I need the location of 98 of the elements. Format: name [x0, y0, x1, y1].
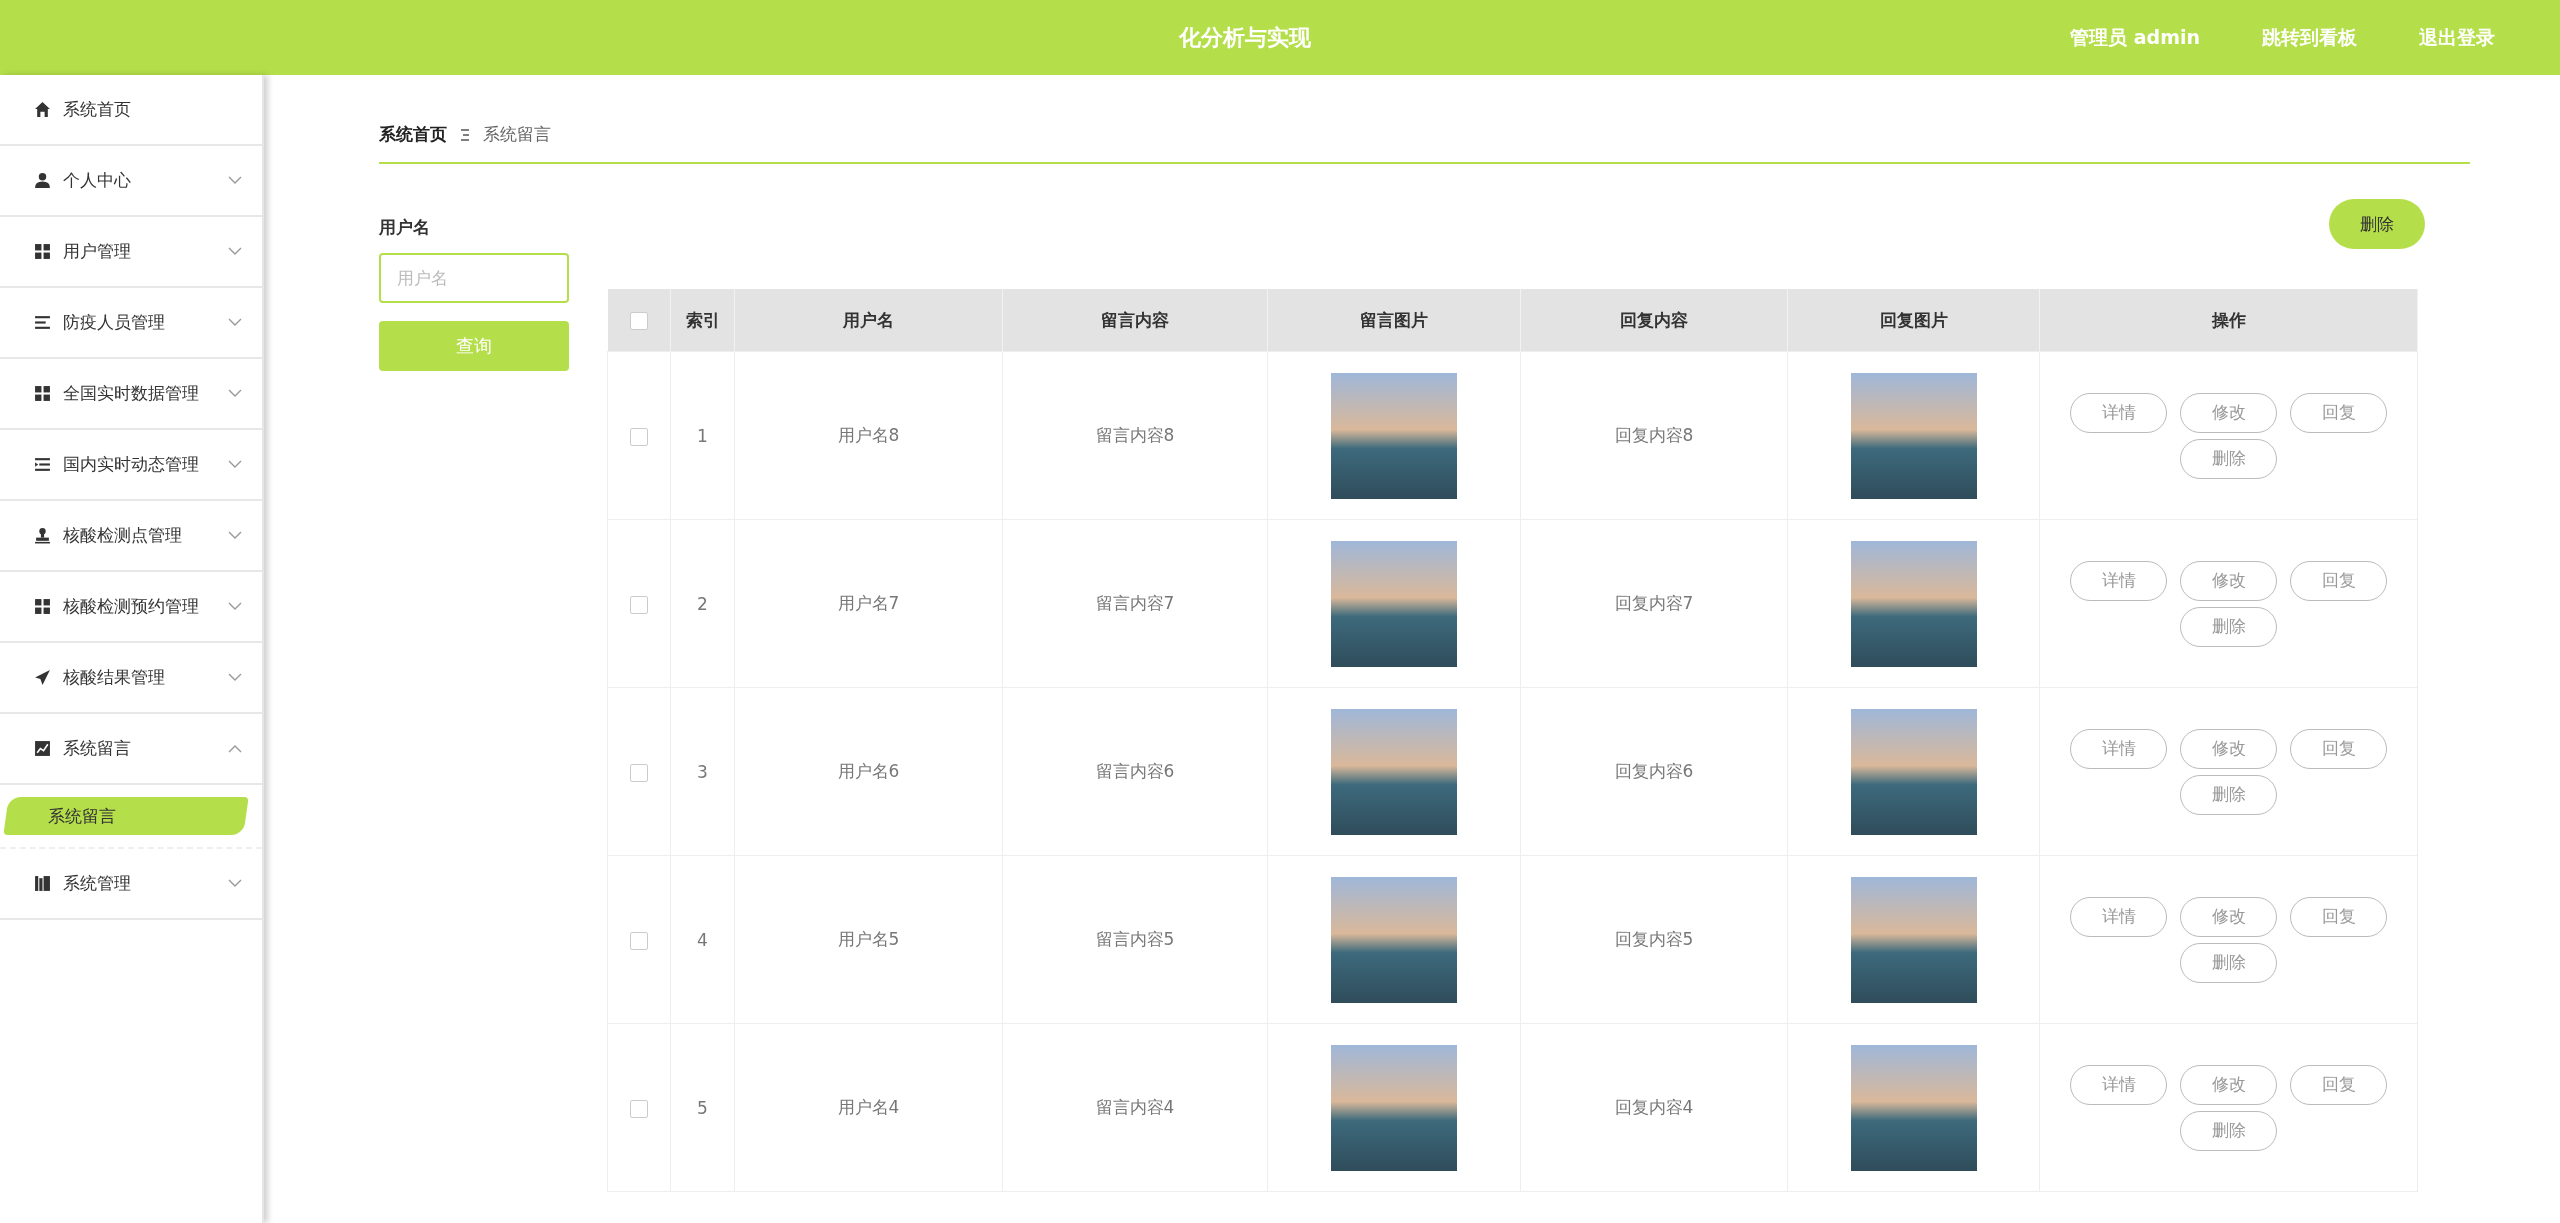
- breadcrumb-link[interactable]: 系统首页: [379, 123, 447, 146]
- stamp-icon: [34, 527, 51, 544]
- action-button[interactable]: 详情: [2070, 728, 2167, 769]
- table-cell: 回复内容5: [1520, 855, 1788, 1024]
- home-icon: [34, 101, 51, 118]
- table-cell: 用户名7: [734, 519, 1003, 688]
- table-cell: 回复内容7: [1520, 519, 1788, 688]
- app-title: 化分析与实现: [1177, 23, 1313, 52]
- column-header: 索引: [670, 289, 735, 352]
- action-button[interactable]: 删除: [2180, 438, 2277, 479]
- table-cell: 5: [670, 1023, 735, 1192]
- sidebar-item[interactable]: 国内实时动态管理: [0, 430, 262, 501]
- chart-icon: [34, 740, 51, 757]
- sidebar-item[interactable]: 核酸检测点管理: [0, 501, 262, 572]
- menu-label: 防疫人员管理: [63, 311, 166, 334]
- action-button[interactable]: 修改: [2180, 560, 2277, 601]
- menu-label: 系统首页: [63, 98, 132, 121]
- table-cell: 用户名6: [734, 687, 1003, 856]
- action-button[interactable]: 详情: [2070, 392, 2167, 433]
- action-button[interactable]: 详情: [2070, 1064, 2167, 1105]
- header-link[interactable]: 跳转到看板: [2262, 24, 2357, 51]
- menu-label: 核酸检测点管理: [63, 524, 183, 547]
- column-header: 操作: [2039, 289, 2418, 352]
- list-icon: [34, 456, 51, 473]
- grid-icon: [34, 243, 51, 260]
- action-button[interactable]: 回复: [2290, 560, 2387, 601]
- list-icon: [34, 314, 51, 331]
- username-field[interactable]: 用户名: [379, 253, 569, 303]
- row-checkbox[interactable]: [630, 763, 648, 782]
- column-header: 回复内容: [1520, 289, 1788, 352]
- submenu-item[interactable]: 系统留言: [3, 797, 249, 835]
- paper-plane-icon: [34, 669, 51, 686]
- sidebar-item[interactable]: 核酸检测预约管理: [0, 572, 262, 643]
- header-link[interactable]: 退出登录: [2419, 24, 2495, 51]
- sidebar-item[interactable]: 个人中心: [0, 146, 262, 217]
- table-cell: 3: [670, 687, 735, 856]
- menu-label: 全国实时数据管理: [63, 382, 200, 405]
- field-label: 用户名: [379, 216, 431, 239]
- table-cell: 留言内容6: [1002, 687, 1268, 856]
- column-header: 用户名: [734, 289, 1003, 352]
- row-checkbox[interactable]: [630, 931, 648, 950]
- grid-icon: [34, 385, 51, 402]
- separator-icon: [459, 127, 471, 142]
- action-button[interactable]: 删除: [2180, 774, 2277, 815]
- row-checkbox[interactable]: [630, 427, 648, 446]
- action-button[interactable]: 回复: [2290, 728, 2387, 769]
- row-checkbox[interactable]: [630, 595, 648, 614]
- table-cell: 用户名8: [734, 351, 1003, 520]
- table-cell: 用户名4: [734, 1023, 1003, 1192]
- action-button[interactable]: 修改: [2180, 392, 2277, 433]
- sidebar-item[interactable]: 系统首页: [0, 75, 262, 146]
- action-button[interactable]: 详情: [2070, 560, 2167, 601]
- column-header: 留言图片: [1267, 289, 1521, 352]
- search-button[interactable]: 查询: [379, 321, 569, 371]
- action-button[interactable]: 修改: [2180, 728, 2277, 769]
- sidebar-item[interactable]: 系统管理: [0, 849, 262, 920]
- sidebar-item[interactable]: 核酸结果管理: [0, 643, 262, 714]
- table-cell: 2: [670, 519, 735, 688]
- column-header: 留言内容: [1002, 289, 1268, 352]
- grid-icon: [34, 598, 51, 615]
- menu-label: 核酸结果管理: [63, 666, 166, 689]
- table-cell: 用户名5: [734, 855, 1003, 1024]
- action-button[interactable]: 回复: [2290, 1064, 2387, 1105]
- action-button[interactable]: 修改: [2180, 1064, 2277, 1105]
- sidebar-item[interactable]: 用户管理: [0, 217, 262, 288]
- sidebar-item[interactable]: 防疫人员管理: [0, 288, 262, 359]
- sidebar-item[interactable]: 系统留言: [0, 714, 262, 785]
- table-cell: 回复内容4: [1520, 1023, 1788, 1192]
- table-cell: 留言内容4: [1002, 1023, 1268, 1192]
- menu-label: 核酸检测预约管理: [63, 595, 200, 618]
- menu-label: 系统留言: [63, 737, 132, 760]
- row-checkbox[interactable]: [630, 1099, 648, 1118]
- table-cell: 回复内容8: [1520, 351, 1788, 520]
- table-cell: 回复内容6: [1520, 687, 1788, 856]
- header-link[interactable]: 管理员 admin: [2070, 24, 2200, 51]
- table-cell: 4: [670, 855, 735, 1024]
- menu-label: 用户管理: [63, 240, 132, 263]
- delete-button[interactable]: 删除: [2329, 199, 2425, 249]
- action-button[interactable]: 删除: [2180, 1110, 2277, 1151]
- select-all-checkbox[interactable]: [629, 312, 648, 330]
- user-icon: [34, 172, 51, 189]
- action-button[interactable]: 删除: [2180, 606, 2277, 647]
- action-button[interactable]: 删除: [2180, 942, 2277, 983]
- sidebar-item[interactable]: 全国实时数据管理: [0, 359, 262, 430]
- books-icon: [34, 875, 51, 892]
- menu-label: 系统管理: [63, 872, 132, 895]
- column-header: 回复图片: [1787, 289, 2040, 352]
- table-cell: 留言内容8: [1002, 351, 1268, 520]
- menu-label: 国内实时动态管理: [63, 453, 200, 476]
- table-cell: 留言内容5: [1002, 855, 1268, 1024]
- breadcrumb-current: 系统留言: [483, 123, 551, 146]
- table-cell: 留言内容7: [1002, 519, 1268, 688]
- action-button[interactable]: 回复: [2290, 896, 2387, 937]
- action-button[interactable]: 详情: [2070, 896, 2167, 937]
- menu-label: 个人中心: [63, 169, 132, 192]
- action-button[interactable]: 回复: [2290, 392, 2387, 433]
- action-button[interactable]: 修改: [2180, 896, 2277, 937]
- table-cell: 1: [670, 351, 735, 520]
